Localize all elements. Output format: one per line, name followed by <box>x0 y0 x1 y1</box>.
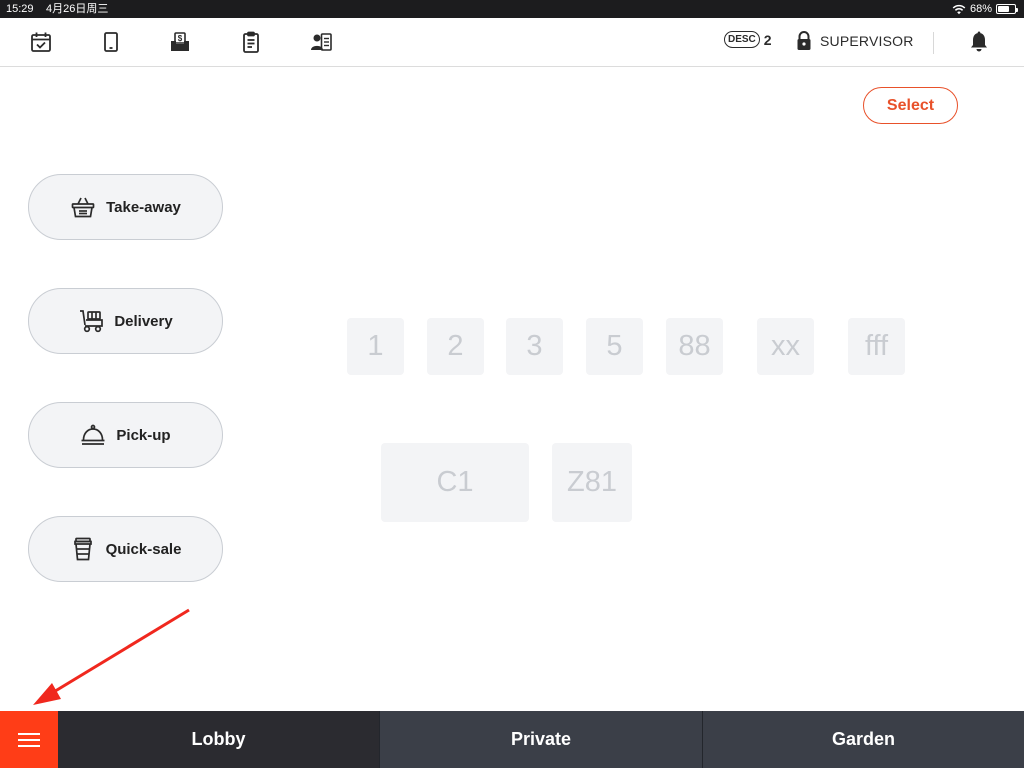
lock-icon <box>797 31 811 50</box>
table-5[interactable]: 5 <box>586 318 643 375</box>
clipboard-icon[interactable] <box>238 29 264 55</box>
user-card-icon[interactable] <box>308 29 334 55</box>
supervisor-label: SUPERVISOR <box>820 33 914 49</box>
pick-up-button[interactable]: Pick-up <box>28 402 223 468</box>
wifi-icon <box>952 4 966 14</box>
status-date: 4月26日周三 <box>46 3 109 15</box>
table-1[interactable]: 1 <box>347 318 404 375</box>
tab-private[interactable]: Private <box>380 711 702 768</box>
select-button[interactable]: Select <box>863 87 958 124</box>
bottom-bar: Lobby Private Garden <box>0 711 1024 768</box>
delivery-label: Delivery <box>114 312 173 330</box>
delivery-cart-icon <box>80 310 104 333</box>
quick-sale-button[interactable]: Quick-sale <box>28 516 223 582</box>
battery-percent: 68% <box>969 3 992 15</box>
svg-text:$: $ <box>178 34 183 43</box>
top-toolbar: $ DESC 2 SUPERVISOR <box>0 18 1024 67</box>
quick-sale-label: Quick-sale <box>105 540 182 558</box>
toolbar-divider <box>933 32 934 54</box>
desc-count: 2 <box>763 31 772 48</box>
take-away-label: Take-away <box>106 198 181 216</box>
hamburger-menu-icon[interactable] <box>0 711 58 768</box>
tab-garden[interactable]: Garden <box>703 711 1024 768</box>
table-2[interactable]: 2 <box>427 318 484 375</box>
cup-icon <box>73 537 92 561</box>
delivery-button[interactable]: Delivery <box>28 288 223 354</box>
desc-queue-button[interactable]: DESC 2 <box>724 31 772 48</box>
tab-lobby[interactable]: Lobby <box>58 711 379 768</box>
table-xx[interactable]: xx <box>757 318 814 375</box>
status-right: 68% <box>952 0 1018 18</box>
status-time: 15:29 <box>6 3 34 15</box>
take-away-button[interactable]: Take-away <box>28 174 223 240</box>
tablet-icon[interactable] <box>98 29 124 55</box>
table-3[interactable]: 3 <box>506 318 563 375</box>
table-c1[interactable]: C1 <box>381 443 529 522</box>
table-z81[interactable]: Z81 <box>552 443 632 522</box>
desc-icon: DESC <box>724 31 760 48</box>
cash-tray-icon[interactable]: $ <box>167 29 193 55</box>
status-bar: 15:29 4月26日周三 68% <box>0 0 1024 18</box>
table-88[interactable]: 88 <box>666 318 723 375</box>
bell-icon[interactable] <box>967 30 991 54</box>
basket-icon <box>71 197 95 218</box>
battery-icon <box>996 4 1018 14</box>
calendar-check-icon[interactable] <box>28 29 54 55</box>
supervisor-button[interactable]: SUPERVISOR <box>796 31 914 51</box>
table-fff[interactable]: fff <box>848 318 905 375</box>
cloche-icon <box>81 424 105 445</box>
pick-up-label: Pick-up <box>116 426 171 444</box>
